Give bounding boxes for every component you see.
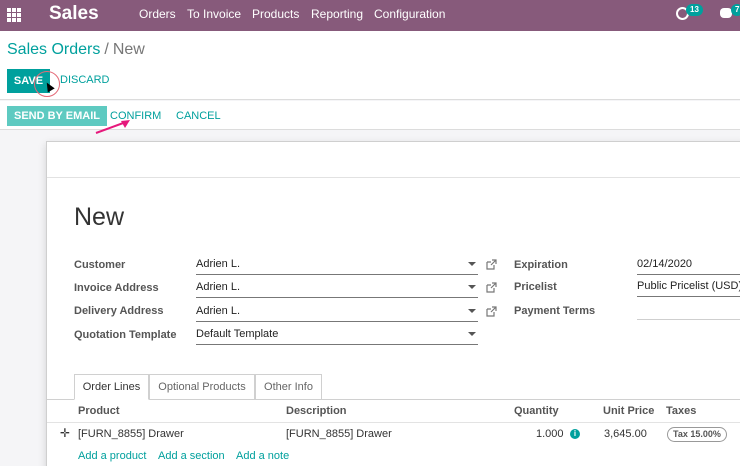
add-product-link[interactable]: Add a product <box>78 450 147 462</box>
cell-quantity[interactable]: 1.000 <box>536 428 564 440</box>
activity-count-badge: 13 <box>686 4 703 16</box>
menu-reporting[interactable]: Reporting <box>311 7 363 21</box>
messages-count-badge: 7 <box>731 4 740 16</box>
form-sheet: New Customer Adrien L. Invoice Address A… <box>46 141 740 466</box>
expiration-label: Expiration <box>514 259 568 271</box>
quotation-template-field[interactable]: Default Template <box>196 325 478 345</box>
quotation-template-label: Quotation Template <box>74 329 177 341</box>
annotation-arrow-icon <box>95 120 130 134</box>
external-link-icon[interactable] <box>486 259 497 270</box>
column-unit-price[interactable]: Unit Price <box>603 405 654 417</box>
sheet-header <box>47 142 740 178</box>
column-quantity[interactable]: Quantity <box>514 405 559 417</box>
tab-other-info[interactable]: Other Info <box>255 374 322 400</box>
table-header-divider <box>47 422 740 423</box>
drag-handle-icon[interactable]: ✛ <box>60 426 70 440</box>
chevron-down-icon[interactable] <box>468 262 476 266</box>
order-title: New <box>74 203 125 231</box>
top-navbar: Sales Orders To Invoice Products Reporti… <box>0 0 740 31</box>
menu-orders[interactable]: Orders <box>139 7 176 21</box>
info-icon[interactable]: i <box>570 429 580 439</box>
external-link-icon[interactable] <box>486 282 497 293</box>
column-taxes[interactable]: Taxes <box>666 405 696 417</box>
app-brand[interactable]: Sales <box>49 3 99 25</box>
add-section-link[interactable]: Add a section <box>158 450 225 462</box>
invoice-address-value: Adrien L. <box>196 281 241 293</box>
add-note-link[interactable]: Add a note <box>236 450 289 462</box>
expiration-field[interactable]: 02/14/2020 <box>637 255 740 275</box>
breadcrumb-sales-orders[interactable]: Sales Orders <box>7 41 100 58</box>
invoice-address-label: Invoice Address <box>74 282 159 294</box>
external-link-icon[interactable] <box>486 306 497 317</box>
column-description[interactable]: Description <box>286 405 347 417</box>
customer-field[interactable]: Adrien L. <box>196 255 478 275</box>
tax-badge[interactable]: Tax 15.00% <box>667 427 727 442</box>
menu-products[interactable]: Products <box>252 7 299 21</box>
tab-order-lines[interactable]: Order Lines <box>74 374 149 400</box>
pricelist-label: Pricelist <box>514 281 557 293</box>
delivery-address-label: Delivery Address <box>74 305 164 317</box>
cell-description[interactable]: [FURN_8855] Drawer <box>286 428 392 440</box>
customer-value: Adrien L. <box>196 258 241 270</box>
quotation-template-value: Default Template <box>196 328 279 340</box>
chevron-down-icon[interactable] <box>468 332 476 336</box>
apps-menu-icon[interactable] <box>7 8 21 22</box>
delivery-address-value: Adrien L. <box>196 305 241 317</box>
chevron-down-icon[interactable] <box>468 285 476 289</box>
cell-unit-price[interactable]: 3,645.00 <box>604 428 647 440</box>
delivery-address-field[interactable]: Adrien L. <box>196 302 478 322</box>
send-by-email-button[interactable]: SEND BY EMAIL <box>7 106 107 126</box>
invoice-address-field[interactable]: Adrien L. <box>196 278 478 298</box>
menu-to-invoice[interactable]: To Invoice <box>187 7 241 21</box>
breadcrumb-separator: / <box>104 41 109 58</box>
tab-optional-products[interactable]: Optional Products <box>149 374 255 400</box>
payment-terms-field[interactable] <box>637 300 740 320</box>
cancel-button[interactable]: CANCEL <box>176 110 221 122</box>
breadcrumb-current: New <box>112 41 145 58</box>
column-product[interactable]: Product <box>78 405 120 417</box>
cell-product[interactable]: [FURN_8855] Drawer <box>78 428 184 440</box>
breadcrumb: Sales Orders / New <box>7 41 145 59</box>
menu-configuration[interactable]: Configuration <box>374 7 445 21</box>
pricelist-field[interactable]: Public Pricelist (USD) <box>637 277 740 297</box>
control-panel: Sales Orders / New SAVE DISCARD <box>0 31 740 100</box>
expiration-value: 02/14/2020 <box>637 258 693 270</box>
customer-label: Customer <box>74 259 126 271</box>
pricelist-value: Public Pricelist (USD) <box>637 280 740 292</box>
payment-terms-label: Payment Terms <box>514 305 596 317</box>
chevron-down-icon[interactable] <box>468 309 476 313</box>
discard-button[interactable]: DISCARD <box>60 74 110 86</box>
